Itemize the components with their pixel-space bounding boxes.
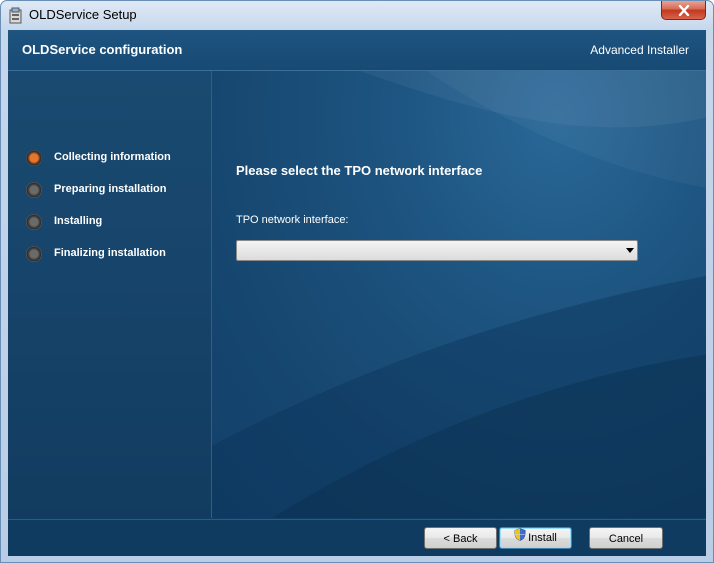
step-label: Collecting information xyxy=(54,151,171,163)
installer-app-icon xyxy=(9,7,23,24)
step-pending-icon xyxy=(26,182,42,198)
header-band: OLDService configuration Advanced Instal… xyxy=(8,30,706,71)
title-bar: OLDService Setup xyxy=(1,1,713,30)
back-button[interactable]: < Back xyxy=(424,527,497,549)
step-label: Installing xyxy=(54,215,103,227)
network-interface-dropdown[interactable] xyxy=(236,240,638,261)
steps-pane: Collecting information Preparing install… xyxy=(8,71,212,518)
window-title: OLDService Setup xyxy=(29,7,137,22)
client-area: OLDService configuration Advanced Instal… xyxy=(8,30,706,556)
step-label: Preparing installation xyxy=(54,183,167,195)
close-icon xyxy=(678,5,690,16)
step-label: Finalizing installation xyxy=(54,247,166,259)
chevron-down-icon xyxy=(626,248,634,253)
step-pending-icon xyxy=(26,214,42,230)
uac-shield-icon xyxy=(514,528,526,548)
close-button[interactable] xyxy=(661,1,706,20)
cancel-button[interactable]: Cancel xyxy=(589,527,663,549)
page-heading: Please select the TPO network interface xyxy=(236,163,483,178)
install-button[interactable]: Install xyxy=(499,527,572,549)
page-title: OLDService configuration xyxy=(22,42,183,57)
brand-label: Advanced Installer xyxy=(590,43,689,57)
step-pending-icon xyxy=(26,246,42,262)
install-label: Install xyxy=(528,532,557,544)
network-interface-label: TPO network interface: xyxy=(236,214,349,226)
button-bar: < Back Install Cancel xyxy=(8,519,706,556)
background-swoosh xyxy=(212,71,706,518)
step-active-icon xyxy=(26,150,42,166)
main-pane: Please select the TPO network interface … xyxy=(212,71,706,518)
installer-window: OLDService Setup OLDService configuratio… xyxy=(0,0,714,563)
